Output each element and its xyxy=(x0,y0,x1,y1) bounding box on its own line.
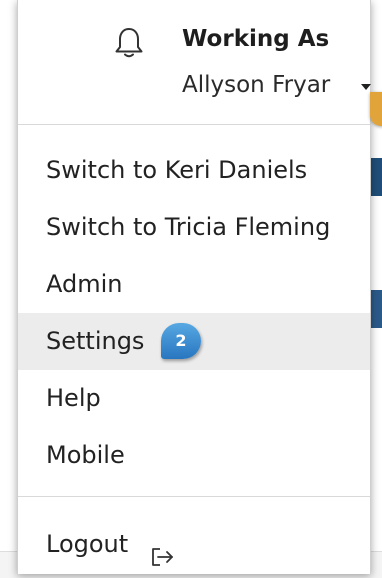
logout-label: Logout xyxy=(46,530,129,558)
menu-item-label: Switch to Tricia Fleming xyxy=(46,213,331,241)
caret-down-icon[interactable] xyxy=(361,84,371,90)
menu-item-label: Admin xyxy=(46,270,123,298)
menu-header: Working As Allyson Fryar xyxy=(18,0,382,126)
bell-icon[interactable] xyxy=(114,26,144,60)
menu-item-label: Settings xyxy=(46,327,145,355)
menu-divider xyxy=(18,496,370,497)
working-as-label: Working As xyxy=(182,26,330,52)
callout-marker xyxy=(370,92,382,126)
menu-item-help[interactable]: Help xyxy=(18,370,370,427)
menu-item-label: Mobile xyxy=(46,441,125,469)
menu-item-switch-tricia[interactable]: Switch to Tricia Fleming xyxy=(18,199,370,256)
menu-item-label: Help xyxy=(46,384,101,412)
screenshot-root: Working As Allyson Fryar Switch to Keri … xyxy=(0,0,382,578)
menu-item-label: Switch to Keri Daniels xyxy=(46,156,308,184)
user-dropdown-menu: Working As Allyson Fryar Switch to Keri … xyxy=(17,0,382,574)
menu-item-settings[interactable]: Settings 2 xyxy=(18,313,370,370)
menu-list: Switch to Keri Daniels Switch to Tricia … xyxy=(18,125,370,484)
menu-item-switch-keri[interactable]: Switch to Keri Daniels xyxy=(18,142,370,199)
current-user-name[interactable]: Allyson Fryar xyxy=(182,72,330,98)
logout-button[interactable]: Logout xyxy=(18,516,176,573)
menu-item-admin[interactable]: Admin xyxy=(18,256,370,313)
logout-icon xyxy=(150,532,176,566)
step-badge: 2 xyxy=(161,323,201,359)
menu-item-mobile[interactable]: Mobile xyxy=(18,427,370,484)
